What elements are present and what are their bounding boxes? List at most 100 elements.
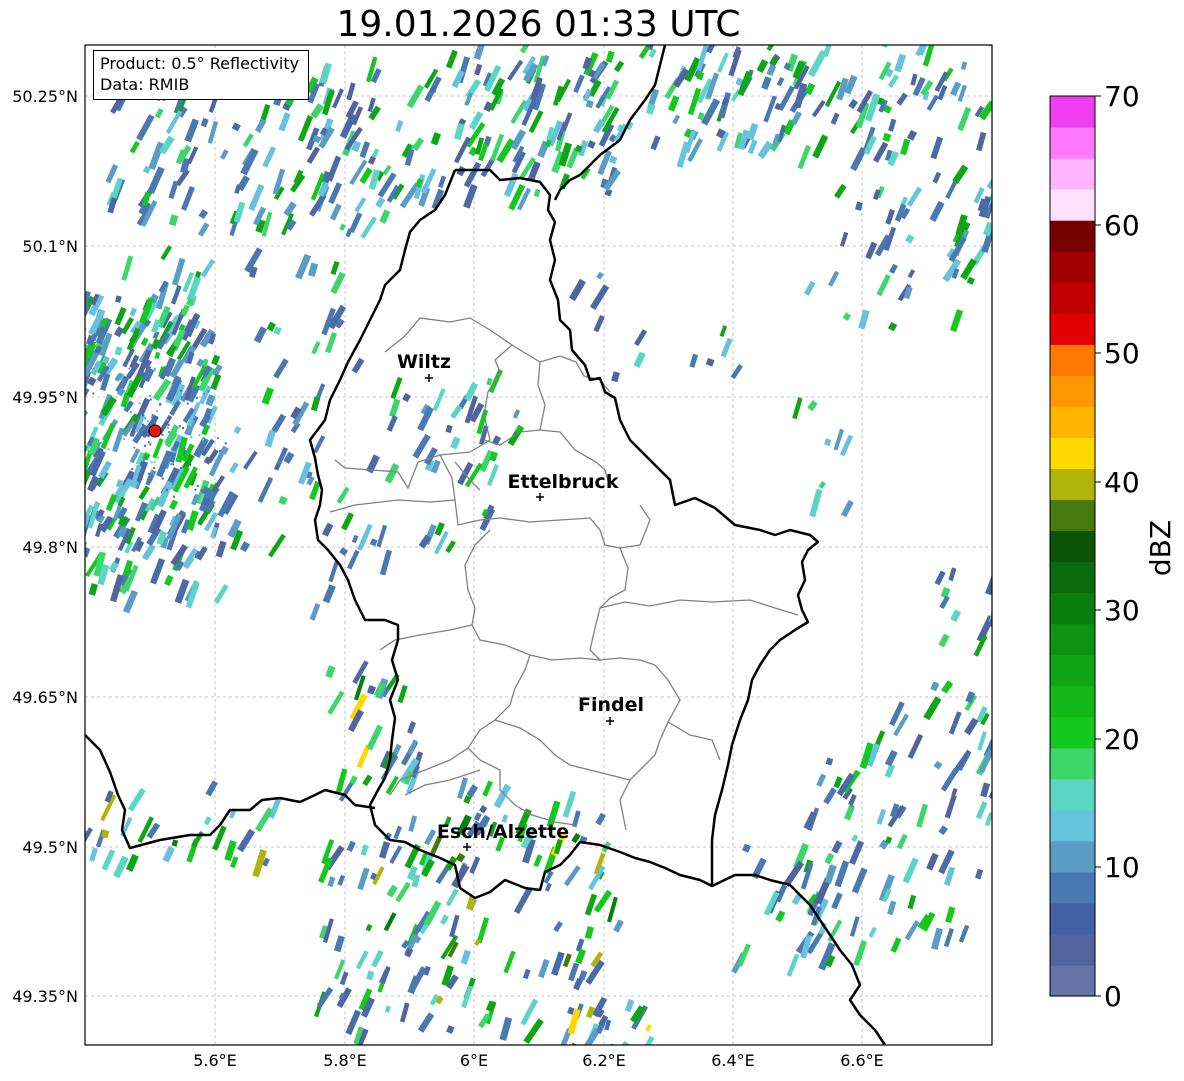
colorbar-segment — [1050, 685, 1095, 718]
echo-cell — [544, 882, 552, 892]
echo-cell — [261, 386, 274, 405]
echo-cell — [931, 927, 943, 950]
echo-cell — [926, 852, 939, 871]
echo-cell — [848, 98, 859, 110]
echo-cell — [399, 1002, 410, 1023]
echo-cell — [379, 549, 392, 576]
echo-cell — [85, 386, 90, 402]
echo-cell — [205, 780, 219, 797]
echo-cell — [812, 134, 829, 159]
echo-cell — [151, 413, 154, 416]
echo-cell — [153, 369, 156, 372]
echo-cell — [719, 325, 728, 337]
echo-cell — [134, 387, 137, 390]
echo-cell — [171, 839, 179, 847]
echo-cell — [336, 486, 350, 504]
echo-cell — [513, 887, 533, 915]
colorbar-segment — [1050, 778, 1095, 811]
echo-cell — [162, 846, 175, 863]
echo-cell — [167, 423, 170, 426]
echo-cell — [73, 316, 84, 332]
echo-cell — [278, 495, 288, 506]
echo-cell — [833, 428, 845, 451]
echo-cell — [149, 398, 152, 401]
colorbar-segment — [1050, 747, 1095, 780]
echo-cell — [174, 469, 177, 472]
echo-cell — [255, 807, 274, 833]
echo-cell — [737, 943, 751, 967]
echo-cell — [75, 424, 84, 441]
echo-cell — [85, 304, 91, 329]
echo-cell — [125, 853, 139, 872]
echo-cell — [346, 840, 356, 853]
echo-cell — [834, 183, 847, 199]
echo-cell — [423, 829, 437, 846]
echo-cell — [976, 131, 987, 152]
echo-cell — [310, 103, 324, 119]
city-label-esch: Esch/Alzette — [437, 821, 569, 843]
echo-cell — [395, 881, 411, 903]
echo-cell — [174, 405, 177, 408]
echo-cell — [638, 45, 650, 59]
echo-cell — [944, 794, 957, 819]
echo-cell — [172, 495, 175, 498]
city-label-wiltz: Wiltz — [397, 351, 451, 373]
lat-tick: 50.1°N — [22, 237, 78, 256]
echo-cell — [553, 921, 563, 933]
echo-cell — [193, 418, 196, 421]
echo-cell — [465, 78, 482, 99]
echo-cell — [980, 782, 991, 798]
echo-cell — [409, 966, 427, 991]
echo-cell — [384, 463, 400, 484]
echo-cell — [986, 165, 992, 190]
echo-cell — [267, 533, 286, 558]
echo-cell — [224, 442, 227, 445]
echo-cell — [950, 309, 964, 332]
echo-cell — [157, 456, 160, 459]
echo-cell — [182, 427, 185, 429]
colorbar-label: dBZ — [1144, 520, 1177, 576]
colorbar-segment — [1050, 344, 1095, 376]
echo-cell — [607, 896, 618, 923]
echo-cell — [397, 684, 408, 704]
echo-cell — [64, 583, 76, 605]
echo-cell — [404, 843, 421, 869]
echo-cell — [195, 396, 198, 399]
echo-cell — [166, 426, 169, 429]
latitude-tick-labels: 50.25°N 50.1°N 49.95°N 49.8°N 49.65°N 49… — [12, 87, 78, 1006]
echo-cell — [730, 364, 743, 380]
echo-cell — [977, 731, 987, 751]
echo-cell — [569, 278, 586, 302]
echo-cell — [369, 538, 378, 547]
echo-cell — [202, 438, 205, 441]
echo-cell — [823, 787, 837, 805]
echo-cell — [503, 950, 516, 974]
echo-cell — [366, 970, 375, 981]
echo-cell — [164, 574, 174, 587]
echo-cell — [101, 849, 116, 871]
data-source-text: Data: RMIB — [100, 75, 190, 94]
echo-cell — [142, 414, 145, 417]
echo-cell — [273, 326, 282, 336]
echo-cell — [144, 463, 147, 466]
echo-cell — [597, 149, 612, 176]
echo-cell — [147, 472, 150, 475]
colorbar-segment — [1050, 220, 1095, 252]
echo-cell — [330, 271, 346, 295]
echo-cell — [926, 94, 939, 111]
echo-cell — [906, 129, 918, 141]
echo-cell — [446, 1025, 455, 1034]
echo-cell — [200, 117, 209, 128]
echo-cell — [776, 77, 785, 87]
colorbar-segment — [1050, 623, 1095, 656]
echo-cell — [701, 98, 721, 126]
echo-cell — [129, 140, 140, 154]
echo-cell — [450, 404, 463, 419]
echo-cell — [313, 435, 326, 454]
echo-cell — [161, 477, 164, 480]
echo-cell — [584, 893, 598, 916]
echo-cell — [149, 394, 151, 397]
echo-cell — [362, 774, 373, 787]
echo-cell — [85, 827, 93, 842]
echo-cell — [533, 188, 541, 198]
